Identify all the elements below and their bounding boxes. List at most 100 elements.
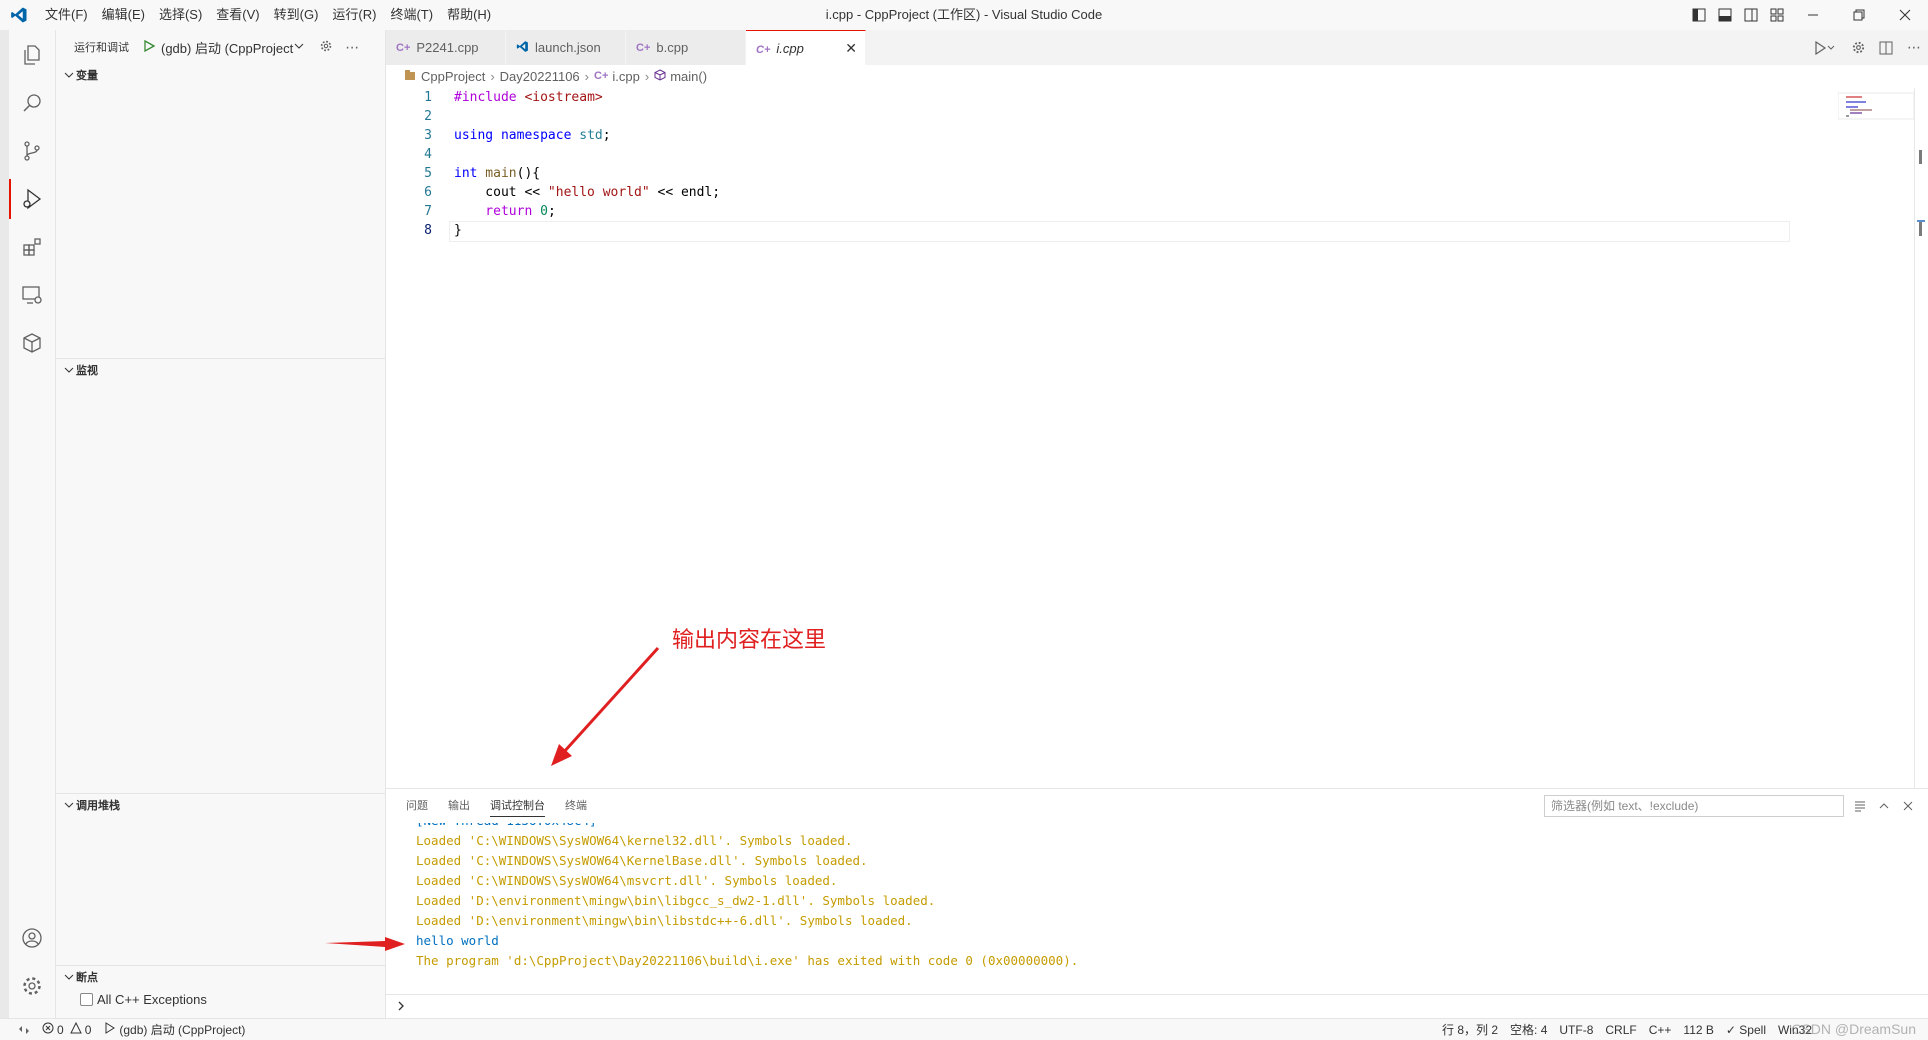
debug-config-status[interactable]: (gdb) 启动 (CppProject) <box>97 1019 251 1040</box>
variables-header[interactable]: 变量 <box>56 64 386 86</box>
breadcrumb-file[interactable]: i.cpp <box>612 69 639 84</box>
breakpoints-header[interactable]: 断点 <box>56 966 386 988</box>
console-line: Loaded 'C:\WINDOWS\SysWOW64\kernel32.dll… <box>416 833 853 848</box>
tab-debug-console[interactable]: 调试控制台 <box>480 789 555 823</box>
close-window-icon[interactable] <box>1882 0 1928 30</box>
chevron-down-icon <box>62 800 76 810</box>
code-token: std <box>571 128 603 143</box>
open-launch-json-gear-icon[interactable] <box>319 39 333 56</box>
more-actions-icon[interactable]: ⋯ <box>345 39 359 56</box>
chevron-down-icon <box>293 40 305 55</box>
console-filter-input[interactable]: 筛选器(例如 text、!exclude) <box>1544 795 1844 817</box>
code-token: using <box>454 128 494 143</box>
more-actions-icon[interactable]: ⋯ <box>1900 30 1928 65</box>
code-editor[interactable]: 1 #include <iostream> 2 3 using namespac… <box>386 88 1928 242</box>
launch-config-select[interactable]: (gdb) 启动 (CppProject <box>139 36 309 58</box>
error-count: 0 <box>57 1022 64 1037</box>
run-debug-sidebar: 运行和调试 (gdb) 启动 (CppProject ⋯ 变量 监视 调用堆栈 … <box>56 30 386 1018</box>
watch-header[interactable]: 监视 <box>56 359 386 381</box>
tab-launch-json[interactable]: launch.json <box>506 30 626 65</box>
code-token: "hello world" <box>547 185 650 200</box>
close-tab-icon[interactable]: ✕ <box>845 40 857 57</box>
run-dropdown-icon[interactable] <box>1804 30 1844 65</box>
accounts-icon[interactable] <box>12 918 52 958</box>
run-and-debug-icon[interactable] <box>9 179 52 219</box>
customize-layout-icon[interactable] <box>1764 0 1790 30</box>
line-number: 2 <box>424 109 432 124</box>
code-token: 0 <box>540 204 548 219</box>
tab-terminal[interactable]: 终端 <box>555 789 597 823</box>
clear-console-icon[interactable] <box>1848 789 1872 823</box>
settings-gear-icon[interactable] <box>1844 30 1872 65</box>
code-line: 2 <box>386 107 1928 126</box>
end-of-line[interactable]: CRLF <box>1599 1019 1642 1040</box>
extensions-icon[interactable] <box>12 227 52 267</box>
editor-actions: ⋯ <box>1804 30 1928 65</box>
manage-gear-icon[interactable] <box>12 966 52 1006</box>
tab-b-cpp[interactable]: C+ b.cpp <box>626 30 746 65</box>
breadcrumb-folder[interactable]: Day20221106 <box>500 69 580 84</box>
scrollbar-marker <box>1919 222 1922 236</box>
menu-selection[interactable]: 选择(S) <box>152 0 209 30</box>
callstack-header[interactable]: 调用堆栈 <box>56 794 386 816</box>
tab-i-cpp[interactable]: C+ i.cpp ✕ <box>746 30 866 65</box>
menu-file[interactable]: 文件(F) <box>38 0 95 30</box>
language-mode[interactable]: C++ <box>1643 1019 1678 1040</box>
minimize-icon[interactable] <box>1790 0 1836 30</box>
menu-help[interactable]: 帮助(H) <box>440 0 498 30</box>
spell-check[interactable]: ✓ Spell <box>1720 1019 1772 1040</box>
close-panel-icon[interactable] <box>1896 789 1920 823</box>
callstack-section: 调用堆栈 <box>56 793 386 816</box>
breakpoint-label: All C++ Exceptions <box>97 991 207 1007</box>
file-size: 112 B <box>1683 1023 1714 1037</box>
watch-title: 监视 <box>76 365 98 377</box>
tab-p2241-cpp[interactable]: C+ P2241.cpp <box>386 30 506 65</box>
variables-section: 变量 <box>56 64 386 86</box>
toggle-panel-icon[interactable] <box>1712 0 1738 30</box>
menu-go[interactable]: 转到(G) <box>267 0 326 30</box>
explorer-icon[interactable] <box>12 35 52 75</box>
indentation[interactable]: 空格: 4 <box>1504 1019 1553 1040</box>
tab-output[interactable]: 输出 <box>438 789 480 823</box>
menu-edit[interactable]: 编辑(E) <box>95 0 152 30</box>
cpp-file-icon: C+ <box>594 70 609 82</box>
toggle-primary-sidebar-icon[interactable] <box>1686 0 1712 30</box>
menu-terminal[interactable]: 终端(T) <box>383 0 440 30</box>
source-control-icon[interactable] <box>12 131 52 171</box>
bottom-panel: 问题 输出 调试控制台 终端 筛选器(例如 text、!exclude) [Ne… <box>386 788 1928 1018</box>
activity-bar <box>0 30 56 1018</box>
menu-view[interactable]: 查看(V) <box>209 0 266 30</box>
breakpoint-checkbox[interactable] <box>80 992 93 1006</box>
start-debugging-icon[interactable] <box>143 39 161 55</box>
split-editor-icon[interactable] <box>1872 30 1900 65</box>
cursor-position[interactable]: 行 8，列 2 <box>1436 1019 1504 1040</box>
editor-scrollbar[interactable] <box>1914 88 1928 788</box>
status-bar: 0 0 (gdb) 启动 (CppProject) 行 8，列 2 空格: 4 … <box>0 1018 1928 1040</box>
debug-console-output[interactable]: [New Thread 1136.0x48c4] Loaded 'C:\WIND… <box>386 823 1928 983</box>
breadcrumb-workspace[interactable]: CppProject <box>421 69 485 84</box>
minimap[interactable] <box>1837 88 1915 128</box>
launch-config-label: (gdb) 启动 (CppProject <box>161 40 294 56</box>
tab-problems[interactable]: 问题 <box>396 789 438 823</box>
watermark: CSDN @DreamSun <box>1791 1021 1916 1037</box>
search-icon[interactable] <box>12 83 52 123</box>
code-line: 5 int main(){ <box>386 164 1928 183</box>
panel-tabs: 问题 输出 调试控制台 终端 筛选器(例如 text、!exclude) <box>386 789 1928 823</box>
debug-repl-input[interactable] <box>386 994 1928 1018</box>
line-number: 6 <box>424 185 432 200</box>
package-icon[interactable] <box>12 323 52 363</box>
toggle-secondary-sidebar-icon[interactable] <box>1738 0 1764 30</box>
restore-icon[interactable] <box>1836 0 1882 30</box>
maximize-panel-icon[interactable] <box>1872 789 1896 823</box>
encoding[interactable]: UTF-8 <box>1553 1019 1599 1040</box>
breakpoint-item[interactable]: All C++ Exceptions <box>56 988 386 1010</box>
problems-status[interactable]: 0 0 <box>36 1019 97 1040</box>
breadcrumb-symbol[interactable]: main() <box>670 69 707 84</box>
code-token: int <box>454 166 478 181</box>
remote-indicator-icon[interactable] <box>0 1019 36 1040</box>
code-line: 4 <box>386 145 1928 164</box>
code-token: ; <box>547 204 556 219</box>
menu-run[interactable]: 运行(R) <box>325 0 383 30</box>
tab-label: b.cpp <box>656 40 689 55</box>
remote-explorer-icon[interactable] <box>12 275 52 315</box>
